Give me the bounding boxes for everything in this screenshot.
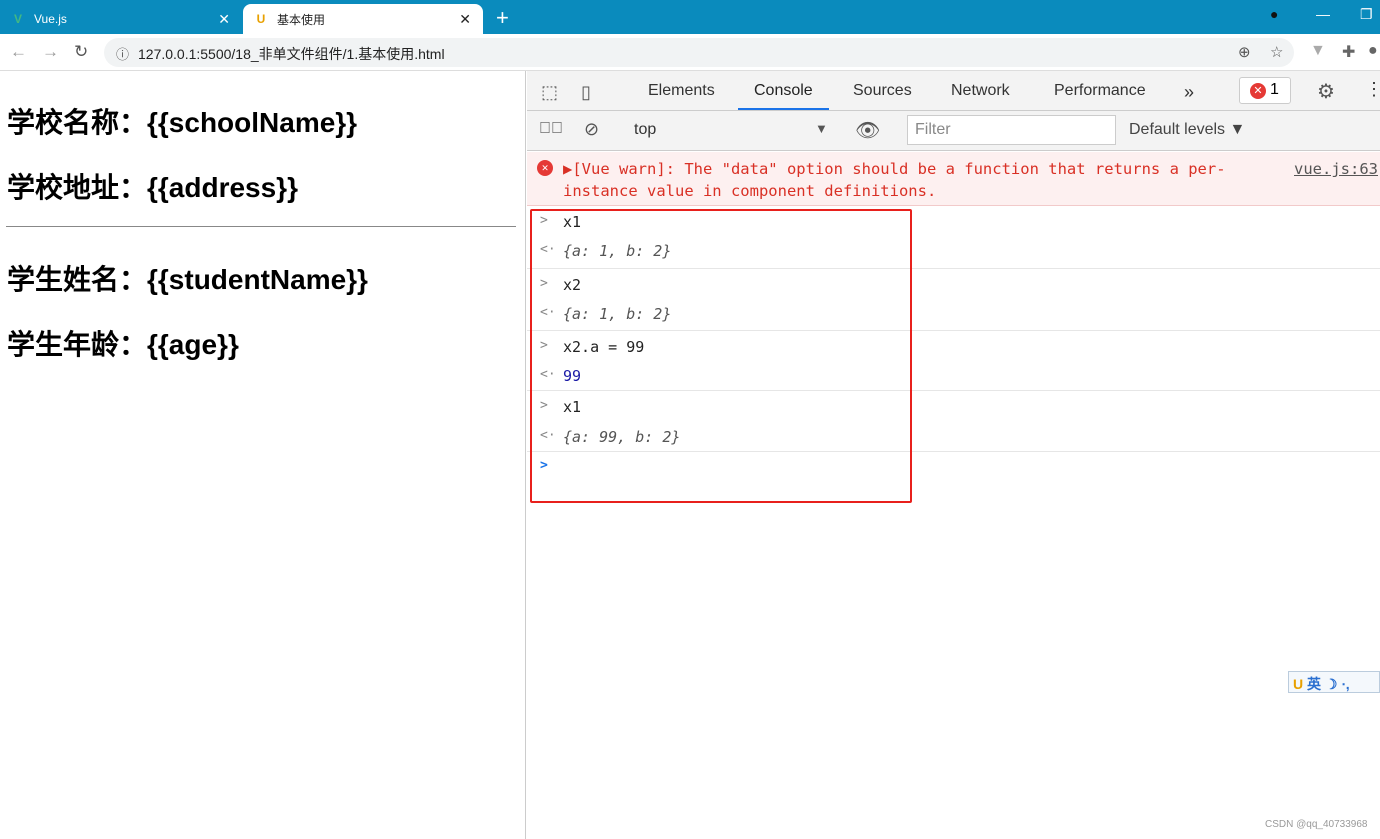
extensions-icon[interactable]: ✚ [1342,42,1355,62]
u-logo-icon: U [1293,676,1304,692]
profile-dropdown-icon[interactable]: ● [1270,6,1278,22]
sidebar-toggle-icon[interactable]: ▶⃞ [539,120,563,138]
error-count-badge[interactable]: ✕ 1 [1239,77,1291,104]
vue-warning-message: ✕ ▶[Vue warn]: The "data" option should … [527,152,1380,206]
more-options-icon[interactable]: ⋮ [1365,79,1380,100]
error-count: 1 [1270,81,1279,98]
highlight-box [530,209,912,503]
new-tab-button[interactable]: + [496,5,509,31]
address-bar[interactable]: ⓘ 127.0.0.1:5500/18_非单文件组件/1.基本使用.html ⊕… [104,38,1294,67]
tab-basic-usage[interactable]: U 基本使用 ✕ [243,4,483,34]
inspect-element-icon[interactable]: ⬚ [541,82,558,103]
student-age-heading: 学生年龄：{{age}} [7,329,239,360]
tab-title: Vue.js [34,12,67,26]
device-toggle-icon[interactable]: ▯ [581,82,591,103]
student-name-heading: 学生姓名：{{studentName}} [7,264,368,295]
vue-logo-icon: V [13,12,22,26]
context-select[interactable]: top [634,121,656,139]
more-tabs-icon[interactable]: » [1184,82,1194,103]
info-icon[interactable]: ⓘ [116,44,129,63]
avatar[interactable]: ● [1368,42,1378,60]
close-icon[interactable]: ✕ [459,11,471,28]
devtools-toolbar: ⬚ ▯ Elements Console Sources Network Per… [527,71,1380,111]
back-button[interactable]: ← [10,42,27,62]
school-address-heading: 学校地址：{{address}} [7,172,298,203]
tab-vuejs[interactable]: V Vue.js ✕ [0,4,242,34]
clear-console-icon[interactable]: ⊘ [584,119,599,140]
filter-input[interactable]: Filter [907,115,1116,145]
error-icon: ✕ [1250,83,1266,99]
tab-console[interactable]: Console [738,82,829,110]
restore-button[interactable]: ❐ [1360,6,1373,23]
tab-bar: V Vue.js ✕ U 基本使用 ✕ + ● — ❐ [0,0,1380,34]
vue-devtools-extension-icon[interactable]: ▼ [1310,42,1326,60]
tab-title: 基本使用 [277,12,326,27]
warning-text[interactable]: ▶[Vue warn]: The "data" option should be… [563,158,1273,202]
bookmark-star-icon[interactable]: ☆ [1270,43,1283,61]
tab-network[interactable]: Network [951,82,1010,100]
page-content: 学校名称：{{schoolName}} 学校地址：{{address}} 学生姓… [0,71,526,839]
school-name-heading: 学校名称：{{schoolName}} [7,107,358,138]
watermark: CSDN @qq_40733968 [1265,819,1368,830]
forward-button[interactable]: → [42,42,59,62]
ime-language: 英 [1307,676,1322,692]
ime-toolbar[interactable]: U 英 ☽ ⋅, [1288,671,1380,693]
settings-gear-icon[interactable]: ⚙ [1317,79,1335,104]
log-levels-dropdown[interactable]: Default levels ▼ [1129,121,1245,139]
close-icon[interactable]: ✕ [218,11,230,28]
tab-elements[interactable]: Elements [648,82,715,100]
tab-performance[interactable]: Performance [1054,82,1146,100]
divider [6,226,516,227]
chevron-down-icon[interactable]: ▼ [815,121,828,136]
eye-icon[interactable]: 👁 [855,118,880,143]
zoom-icon[interactable]: ⊕ [1238,43,1251,61]
reload-button[interactable]: ↻ [74,42,88,62]
source-link[interactable]: vue.js:63 [1294,158,1378,180]
nav-bar: ← → ↻ ⓘ 127.0.0.1:5500/18_非单文件组件/1.基本使用.… [0,34,1380,71]
console-toolbar: ▶⃞ ⊘ top ▼ 👁 Filter Default levels ▼ [527,111,1380,151]
u-logo-icon: U [256,12,266,26]
tab-sources[interactable]: Sources [853,82,912,100]
url-text: 127.0.0.1:5500/18_非单文件组件/1.基本使用.html [138,46,445,62]
error-icon: ✕ [537,160,553,176]
minimize-button[interactable]: — [1316,6,1330,22]
